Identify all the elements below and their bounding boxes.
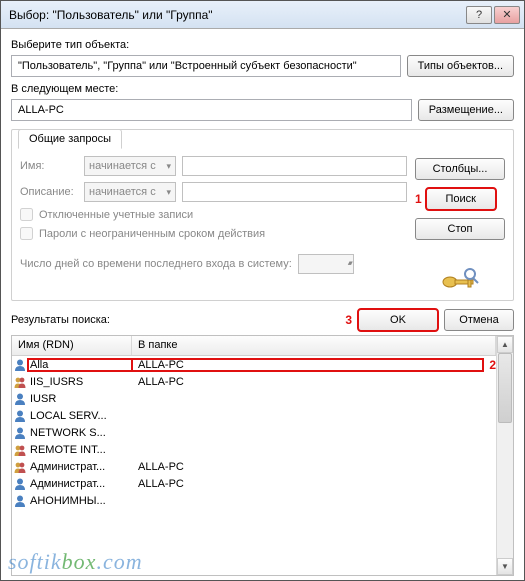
- titlebar: Выбор: "Пользователь" или "Группа" ? ✕: [1, 1, 524, 29]
- stop-button[interactable]: Стоп: [415, 218, 505, 240]
- folder-cell: ALLA-PC: [132, 359, 483, 371]
- user-icon: [12, 409, 28, 423]
- rdn-cell: IIS_IUSRS: [28, 376, 132, 388]
- disabled-accounts-checkbox[interactable]: [20, 208, 33, 221]
- column-folder[interactable]: В папке: [132, 336, 496, 355]
- days-since-login-label: Число дней со времени последнего входа в…: [20, 258, 292, 270]
- list-item[interactable]: LOCAL SERV...: [12, 407, 496, 424]
- folder-cell: ALLA-PC: [132, 478, 496, 490]
- rdn-cell: NETWORK S...: [28, 427, 132, 439]
- object-type-field[interactable]: "Пользователь", "Группа" или "Встроенный…: [11, 55, 401, 77]
- dialog-content: Выберите тип объекта: "Пользователь", "Г…: [1, 29, 524, 580]
- location-label: В следующем месте:: [11, 83, 514, 95]
- help-button[interactable]: ?: [466, 6, 492, 24]
- description-label: Описание:: [20, 186, 78, 198]
- list-item[interactable]: АНОНИМНЫ...: [12, 492, 496, 509]
- group-icon: [12, 460, 28, 474]
- annotation-3: 3: [345, 313, 352, 327]
- description-input[interactable]: [182, 182, 407, 202]
- user-icon: [12, 358, 28, 372]
- list-item[interactable]: IUSR: [12, 390, 496, 407]
- description-match-combo[interactable]: начинается с: [84, 182, 176, 202]
- rdn-cell: Alla: [28, 359, 132, 371]
- column-rdn[interactable]: Имя (RDN): [12, 336, 132, 355]
- never-expire-checkbox[interactable]: [20, 227, 33, 240]
- folder-cell: ALLA-PC: [132, 376, 496, 388]
- annotation-1: 1: [415, 192, 422, 206]
- list-header: Имя (RDN) В папке: [12, 336, 496, 356]
- tab-common-queries[interactable]: Общие запросы: [18, 129, 122, 149]
- group-icon: [12, 443, 28, 457]
- list-item[interactable]: AllaALLA-PC 2: [12, 356, 496, 373]
- user-icon: [12, 426, 28, 440]
- key-icon: [440, 268, 480, 292]
- group-icon: [12, 375, 28, 389]
- scroll-thumb[interactable]: [498, 353, 512, 423]
- columns-button[interactable]: Столбцы...: [415, 158, 505, 180]
- rdn-cell: АНОНИМНЫ...: [28, 495, 132, 507]
- list-item[interactable]: Администрат...ALLA-PC: [12, 475, 496, 492]
- ok-button[interactable]: OK: [358, 309, 438, 331]
- rdn-cell: LOCAL SERV...: [28, 410, 132, 422]
- rdn-cell: IUSR: [28, 393, 132, 405]
- dialog-window: Выбор: "Пользователь" или "Группа" ? ✕ В…: [0, 0, 525, 581]
- object-type-label: Выберите тип объекта:: [11, 39, 514, 51]
- user-icon: [12, 477, 28, 491]
- user-icon: [12, 494, 28, 508]
- name-input[interactable]: [182, 156, 407, 176]
- cancel-button[interactable]: Отмена: [444, 309, 514, 331]
- scroll-down-icon[interactable]: ▼: [497, 558, 513, 575]
- window-title: Выбор: "Пользователь" или "Группа": [9, 8, 464, 22]
- user-icon: [12, 392, 28, 406]
- object-type-value: "Пользователь", "Группа" или "Встроенный…: [18, 60, 357, 72]
- close-button[interactable]: ✕: [494, 6, 520, 24]
- list-item[interactable]: IIS_IUSRSALLA-PC: [12, 373, 496, 390]
- rdn-cell: Администрат...: [28, 478, 132, 490]
- list-item[interactable]: NETWORK S...: [12, 424, 496, 441]
- disabled-accounts-label: Отключенные учетные записи: [39, 209, 193, 221]
- location-value: ALLA-PC: [18, 104, 64, 116]
- search-button[interactable]: Поиск: [426, 188, 496, 210]
- name-match-combo[interactable]: начинается с: [84, 156, 176, 176]
- list-item[interactable]: Администрат...ALLA-PC: [12, 458, 496, 475]
- location-field[interactable]: ALLA-PC: [11, 99, 412, 121]
- name-label: Имя:: [20, 160, 78, 172]
- scroll-up-icon[interactable]: ▲: [497, 336, 513, 353]
- never-expire-label: Пароли с неограниченным сроком действия: [39, 228, 265, 240]
- results-list: Имя (RDN) В папке AllaALLA-PC2IIS_IUSRSA…: [11, 335, 514, 576]
- rdn-cell: Администрат...: [28, 461, 132, 473]
- query-fieldset: Общие запросы Имя: начинается с Описание…: [11, 129, 514, 301]
- results-label: Результаты поиска:: [11, 314, 110, 326]
- list-item[interactable]: REMOTE INT...: [12, 441, 496, 458]
- folder-cell: ALLA-PC: [132, 461, 496, 473]
- rdn-cell: REMOTE INT...: [28, 444, 132, 456]
- vertical-scrollbar[interactable]: ▲ ▼: [496, 336, 513, 575]
- location-button[interactable]: Размещение...: [418, 99, 514, 121]
- annotation-2: 2: [489, 358, 496, 372]
- object-types-button[interactable]: Типы объектов...: [407, 55, 514, 77]
- days-spinner[interactable]: [298, 254, 354, 274]
